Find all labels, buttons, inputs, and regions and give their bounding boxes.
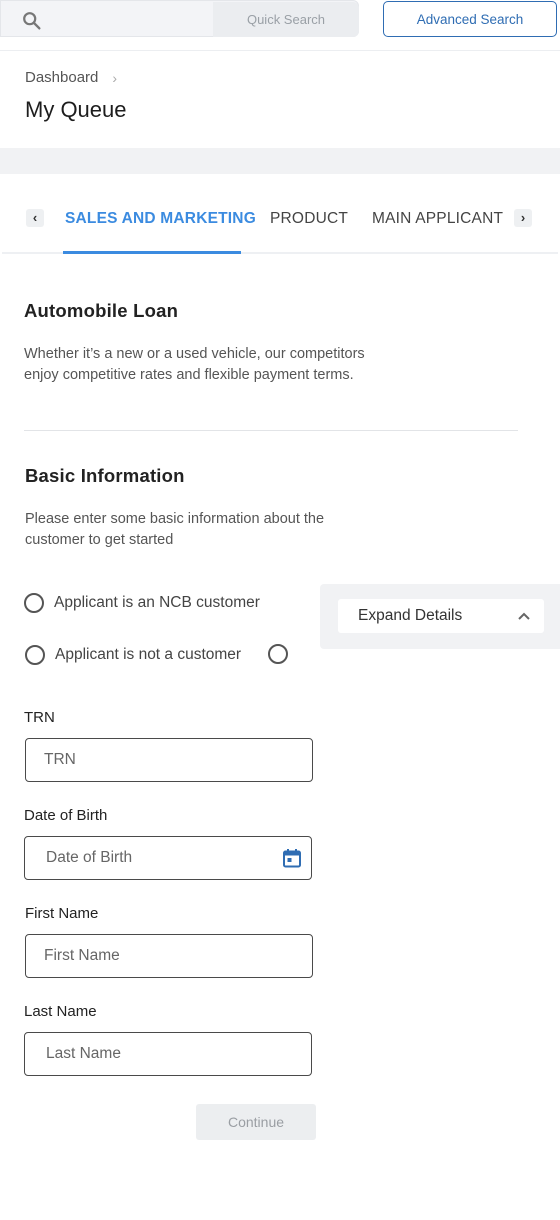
search-input[interactable] [49, 3, 209, 35]
radio-button[interactable] [268, 644, 288, 664]
advanced-search-button[interactable]: Advanced Search [383, 1, 557, 37]
chevron-left-icon[interactable]: ‹ [26, 209, 44, 227]
breadcrumb-dashboard-link[interactable]: Dashboard [25, 69, 98, 86]
basic-info-title: Basic Information [25, 465, 185, 486]
first-name-field[interactable] [25, 934, 313, 978]
chevron-right-icon: › [112, 69, 118, 86]
basic-info-description-line: customer to get started [25, 532, 174, 548]
loan-description-line: enjoy competitive rates and flexible pay… [24, 367, 354, 383]
dob-label: Date of Birth [24, 807, 108, 824]
expand-details-label: Expand Details [358, 607, 463, 624]
radio-button[interactable] [24, 593, 44, 613]
breadcrumb: Dashboard › [25, 69, 117, 86]
radio-label: Applicant is not a customer [55, 646, 242, 663]
last-name-label: Last Name [24, 1003, 97, 1020]
chevron-up-icon [518, 612, 530, 620]
tab-product[interactable]: PRODUCT [270, 210, 348, 228]
radio-label: Applicant is an NCB customer [54, 594, 260, 611]
section-separator [0, 148, 560, 174]
calendar-icon[interactable] [282, 848, 302, 868]
search-bar: Quick Search [0, 0, 359, 37]
quick-search-button[interactable]: Quick Search [213, 2, 359, 37]
chevron-right-icon[interactable]: › [514, 209, 532, 227]
tab-main-applicant[interactable]: MAIN APPLICANT [372, 210, 503, 228]
loan-description: Whether it’s a new or a used vehicle, ou… [24, 344, 365, 386]
loan-title: Automobile Loan [24, 300, 179, 321]
divider [24, 430, 518, 431]
active-tab-indicator [63, 251, 241, 254]
application-card: ‹ SALES AND MARKETING PRODUCT MAIN APPLI… [2, 174, 560, 1220]
radio-not-customer[interactable]: Applicant is not a customer [25, 645, 241, 665]
page-header: Dashboard › My Queue [0, 50, 560, 148]
first-name-label: First Name [25, 905, 99, 922]
radio-button[interactable] [25, 645, 45, 665]
last-name-field[interactable] [24, 1032, 312, 1076]
trn-label: TRN [24, 709, 55, 726]
basic-info-description-line: Please enter some basic information abou… [25, 511, 325, 527]
search-icon[interactable] [21, 10, 43, 32]
continue-button[interactable]: Continue [196, 1104, 316, 1140]
expand-details-button[interactable]: Expand Details [338, 599, 544, 633]
top-bar: Quick Search Advanced Search [0, 0, 560, 50]
tab-sales-and-marketing[interactable]: SALES AND MARKETING [65, 210, 256, 228]
page-title: My Queue [25, 97, 127, 122]
radio-ncb-customer[interactable]: Applicant is an NCB customer [24, 593, 260, 613]
tab-bar: ‹ SALES AND MARKETING PRODUCT MAIN APPLI… [2, 174, 558, 254]
expand-details-panel: Expand Details [320, 584, 560, 649]
loan-description-line: Whether it’s a new or a used vehicle, ou… [24, 346, 365, 362]
basic-info-description: Please enter some basic information abou… [25, 509, 324, 551]
trn-field[interactable] [25, 738, 313, 782]
dob-field[interactable] [24, 836, 312, 880]
